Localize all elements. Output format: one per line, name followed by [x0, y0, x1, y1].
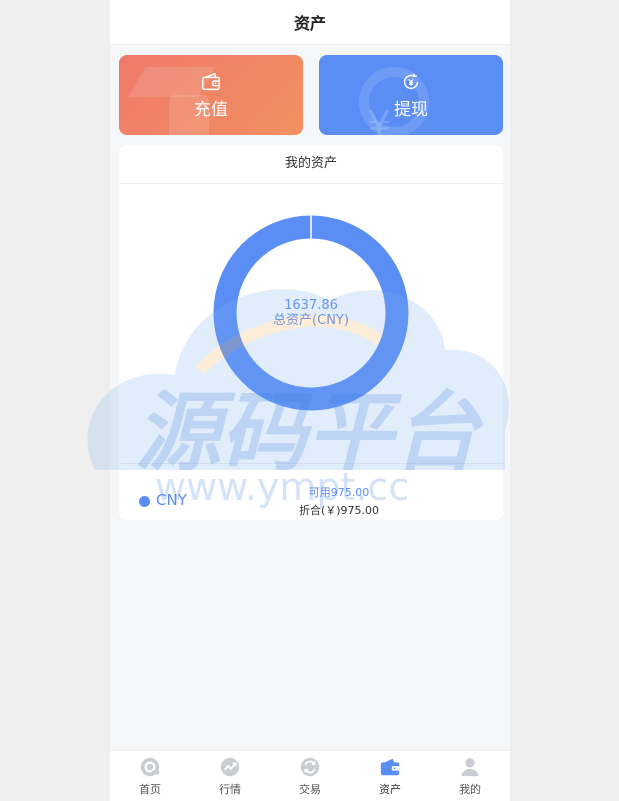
tab-market-label: 行情 — [219, 783, 241, 796]
coin-row-cny[interactable]: CNY 可用975.00 折合(￥)975.00 — [119, 464, 503, 520]
tab-mine-label: 我的 — [459, 783, 481, 796]
trade-icon — [300, 757, 320, 777]
home-icon — [140, 757, 160, 777]
total-assets-label: 总资产(CNY) — [273, 313, 349, 328]
tab-trade-label: 交易 — [299, 783, 321, 796]
coin-info: 可用975.00 折合(￥)975.00 — [269, 484, 409, 520]
market-icon — [220, 757, 240, 777]
coin-color-dot — [139, 496, 150, 507]
my-assets-panel: 我的资产 1637.86 总资产(CNY) CNY 可用975.00 折合(￥)… — [119, 145, 503, 520]
tab-assets-label: 资产 — [379, 783, 401, 796]
tab-assets[interactable]: 资产 — [350, 751, 430, 801]
action-row: 充值 ¥ 提现 — [119, 55, 503, 135]
tab-trade[interactable]: 交易 — [270, 751, 350, 801]
recharge-card-decoration — [128, 67, 216, 97]
wallet-icon — [380, 758, 400, 776]
coin-folded-value: 折合(￥)975.00 — [298, 504, 380, 517]
bottom-tabbar: 首页 行情 交易 资产 我的 — [110, 750, 510, 801]
coin-name: CNY — [156, 491, 187, 509]
phone-screen: 资产 充值 ¥ 提现 我的资产 1637.86 总资产(CNY) CNY 可用9… — [110, 0, 510, 801]
total-assets-value: 1637.86 — [284, 298, 338, 313]
tab-home[interactable]: 首页 — [110, 751, 190, 801]
recharge-card-decoration — [169, 95, 209, 135]
coin-available: 可用975.00 — [308, 486, 370, 499]
page-title: 资产 — [293, 14, 326, 33]
tab-mine[interactable]: 我的 — [430, 751, 510, 801]
withdraw-card-decoration: ¥ — [367, 103, 392, 135]
assets-donut-chart: 1637.86 总资产(CNY) — [213, 215, 409, 411]
donut-center: 1637.86 总资产(CNY) — [213, 215, 409, 411]
withdraw-button[interactable]: ¥ 提现 — [319, 55, 503, 135]
recharge-button[interactable]: 充值 — [119, 55, 303, 135]
assets-panel-title: 我的资产 — [119, 145, 503, 184]
tab-home-label: 首页 — [139, 783, 161, 796]
tab-market[interactable]: 行情 — [190, 751, 270, 801]
user-icon — [461, 758, 479, 777]
page-header: 资产 — [110, 0, 510, 45]
